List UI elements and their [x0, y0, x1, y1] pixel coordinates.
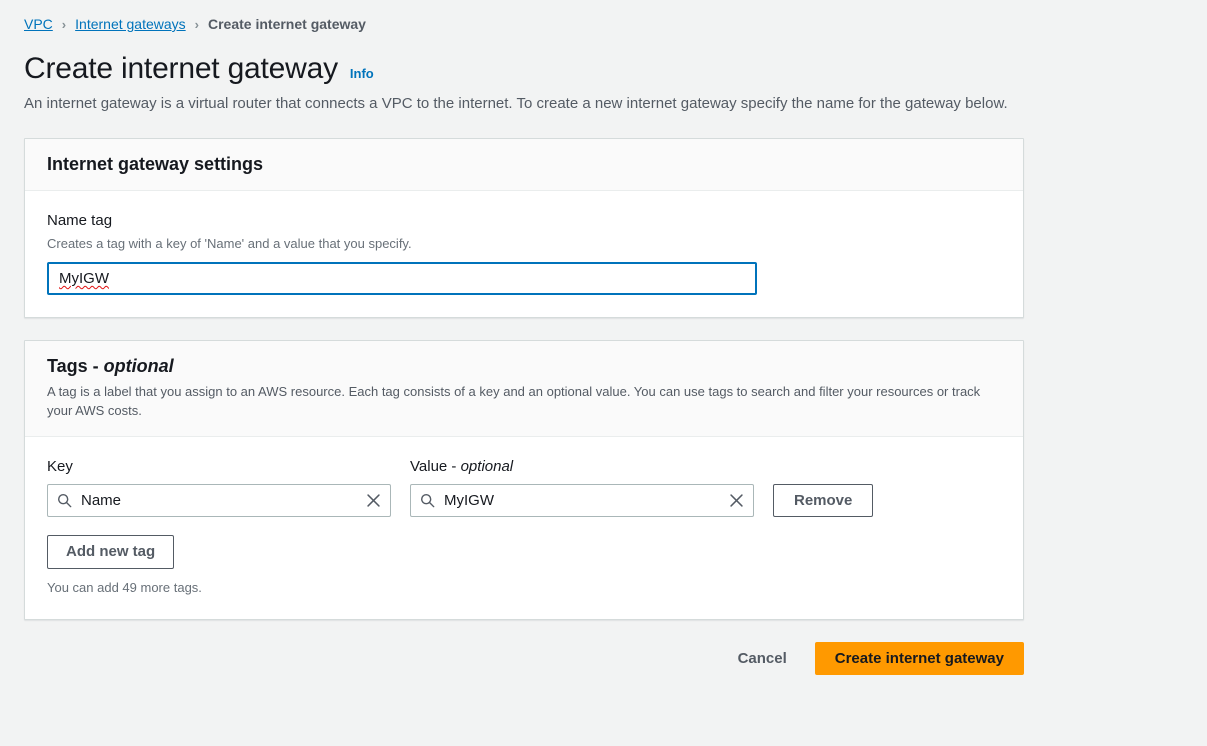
name-tag-input[interactable]: MyIGW	[47, 262, 757, 295]
breadcrumb-item-current: Create internet gateway	[208, 16, 366, 32]
tags-card-title-main: Tags -	[47, 356, 104, 376]
tag-key-value: Name	[81, 491, 122, 509]
chevron-right-icon: ›	[194, 16, 199, 32]
breadcrumb: VPC › Internet gateways › Create interne…	[24, 14, 1183, 34]
tags-card-header: Tags - optional A tag is a label that yo…	[25, 341, 1023, 437]
tag-value-label: Value - optional	[410, 457, 754, 477]
info-link[interactable]: Info	[350, 66, 374, 81]
tag-value-label-main: Value -	[410, 458, 461, 475]
clear-icon[interactable]	[729, 493, 744, 508]
name-tag-input-value: MyIGW	[59, 270, 109, 287]
tags-remaining-hint: You can add 49 more tags.	[47, 580, 202, 595]
search-icon	[57, 493, 72, 508]
tag-key-input[interactable]: Name	[47, 484, 391, 517]
breadcrumb-item-internet-gateways[interactable]: Internet gateways	[75, 14, 186, 34]
breadcrumb-item-vpc[interactable]: VPC	[24, 14, 53, 34]
cancel-button[interactable]: Cancel	[732, 642, 793, 675]
page-title: Create internet gateway	[24, 52, 338, 85]
clear-icon[interactable]	[366, 493, 381, 508]
form-actions: Cancel Create internet gateway	[24, 642, 1024, 675]
page-header: Create internet gateway Info	[24, 50, 1183, 88]
tags-card: Tags - optional A tag is a label that yo…	[24, 340, 1024, 620]
tag-row: Key Name Value - optional MyIGW Remove	[47, 457, 1001, 517]
remove-tag-button[interactable]: Remove	[773, 484, 874, 517]
page-container: VPC › Internet gateways › Create interne…	[0, 0, 1207, 675]
add-new-tag-button[interactable]: Add new tag	[47, 535, 175, 569]
tags-card-description: A tag is a label that you assign to an A…	[47, 384, 981, 418]
tag-key-column: Key Name	[47, 457, 391, 517]
tag-value-column: Value - optional MyIGW	[410, 457, 754, 517]
tag-key-label: Key	[47, 458, 73, 475]
name-tag-label: Name tag	[47, 212, 113, 229]
tag-value-input[interactable]: MyIGW	[410, 484, 754, 517]
internet-gateway-settings-card: Internet gateway settings Name tag Creat…	[24, 138, 1024, 318]
page-description: An internet gateway is a virtual router …	[24, 95, 1008, 112]
tag-value-value: MyIGW	[444, 491, 494, 509]
settings-card-body: Name tag Creates a tag with a key of 'Na…	[25, 191, 1023, 317]
settings-card-title: Internet gateway settings	[47, 154, 264, 174]
settings-card-header: Internet gateway settings	[25, 139, 1023, 191]
name-tag-hint: Creates a tag with a key of 'Name' and a…	[47, 236, 412, 251]
chevron-right-icon: ›	[61, 16, 67, 32]
create-internet-gateway-button[interactable]: Create internet gateway	[814, 642, 1024, 675]
tag-value-label-optional: optional	[460, 458, 514, 475]
tags-card-title-optional: optional	[103, 356, 174, 376]
tags-card-title: Tags - optional	[47, 355, 1001, 377]
search-icon	[420, 493, 435, 508]
tags-card-body: Key Name Value - optional MyIGW Remove A…	[25, 437, 1023, 619]
